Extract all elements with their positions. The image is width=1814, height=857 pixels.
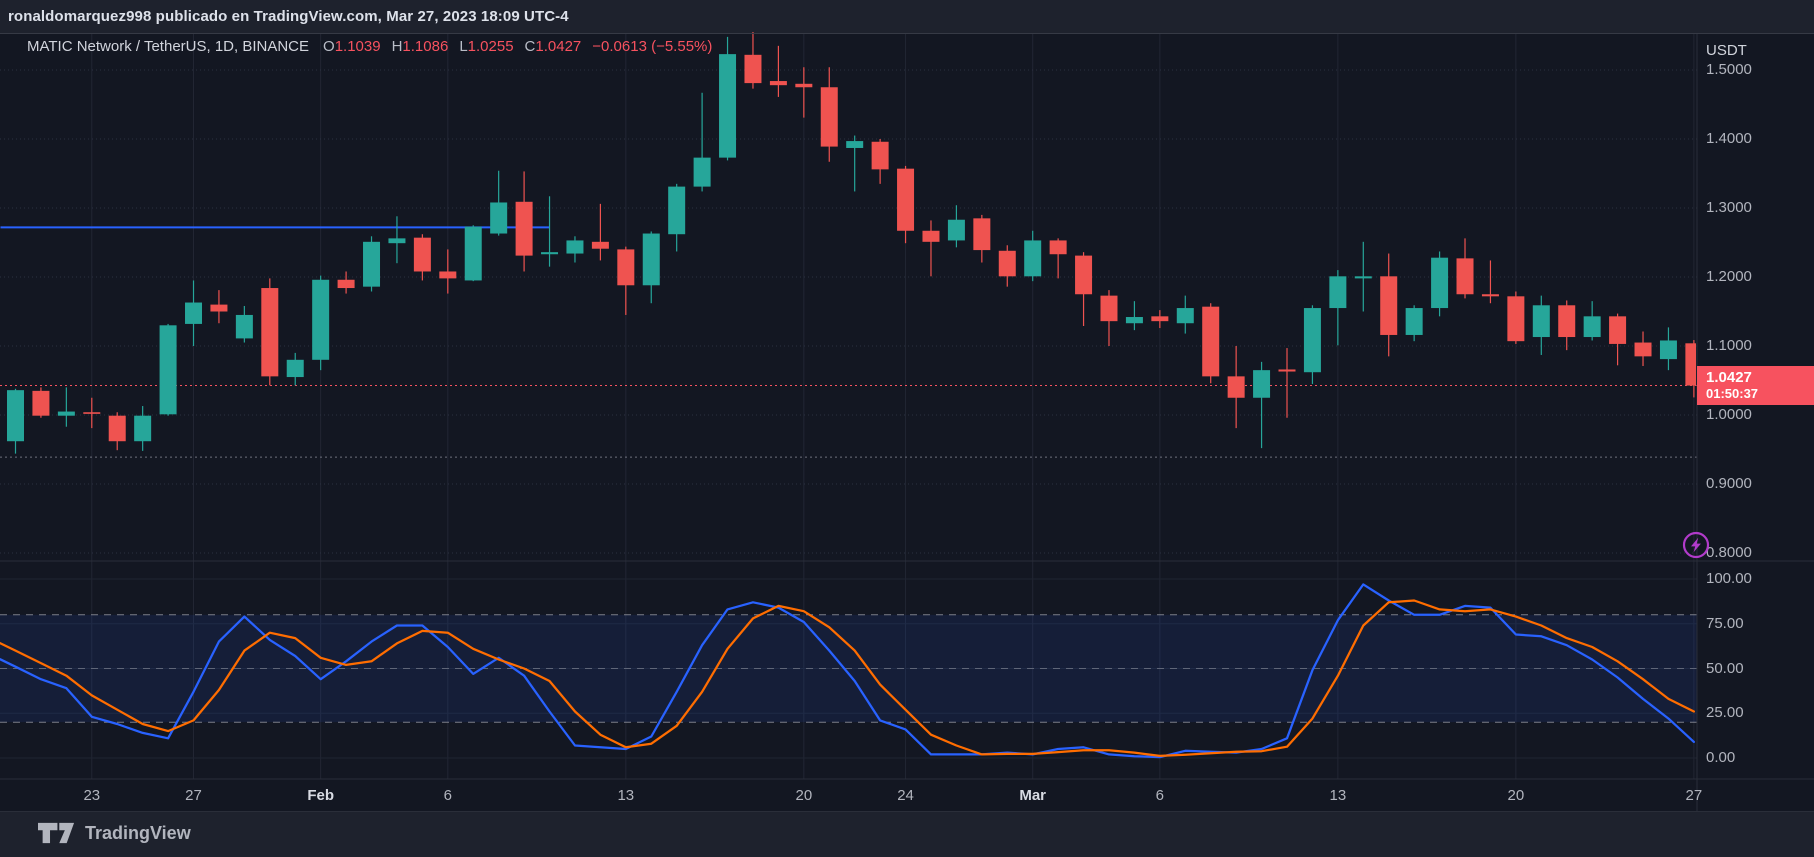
time-tick-label: 20 [1507, 787, 1525, 804]
ohlc-close: C1.0427 [524, 38, 582, 55]
boost-button[interactable] [1682, 531, 1710, 559]
symbol-legend: MATIC Network / TetherUS, 1D, BINANCE O1.… [27, 38, 712, 55]
time-tick-label: 27 [1685, 787, 1703, 804]
price-tick-label: 0.9000 [1706, 475, 1752, 492]
time-tick-label: Feb [307, 787, 334, 804]
ohlc-low: L1.0255 [459, 38, 514, 55]
time-tick-label: 23 [83, 787, 101, 804]
time-tick-label: 13 [617, 787, 635, 804]
change-value: −0.0613 (−5.55%) [592, 38, 713, 55]
price-tick-label: 1.2000 [1706, 268, 1752, 285]
price-tick-label: 1.0000 [1706, 406, 1752, 423]
bar-countdown: 01:50:37 [1706, 386, 1759, 401]
indicator-tick-label: 0.00 [1706, 749, 1736, 766]
price-tick-label: 1.5000 [1706, 61, 1752, 78]
tradingview-logo-icon [38, 822, 75, 844]
indicator-tick-label: 25.00 [1706, 704, 1744, 722]
time-tick-label: 20 [795, 787, 813, 804]
lightning-icon [1682, 531, 1710, 559]
last-price-value: 1.0427 [1706, 369, 1752, 386]
tradingview-wordmark: TradingView [85, 822, 191, 843]
time-tick-label: 6 [443, 787, 452, 804]
symbol-title[interactable]: MATIC Network / TetherUS, 1D, BINANCE [27, 38, 309, 55]
price-tick-label: 0.8000 [1706, 544, 1752, 561]
time-tick-label: 24 [897, 787, 914, 804]
indicator-tick-label: 100.00 [1706, 570, 1752, 587]
ohlc-high: H1.1086 [391, 38, 449, 55]
currency-label: USDT [1706, 42, 1747, 59]
indicator-tick-label: 50.00 [1706, 659, 1744, 677]
ohlc-open: O1.1039 [323, 38, 381, 55]
tradingview-logo[interactable]: TradingView [38, 820, 191, 846]
indicator-tick-label: 75.00 [1706, 614, 1744, 632]
time-tick-label: Mar [1019, 787, 1047, 804]
tradingview-published-chart: { "header": { "share_text": "ronaldomarq… [0, 0, 1814, 857]
price-tick-label: 1.4000 [1706, 130, 1752, 147]
time-tick-label: 6 [1155, 787, 1165, 804]
time-tick-label: 27 [185, 787, 202, 804]
price-tick-label: 1.1000 [1706, 337, 1752, 354]
price-tick-label: 1.3000 [1706, 199, 1752, 216]
last-price-label: 1.0427 01:50:37 [1697, 366, 1814, 405]
candlestick-chart[interactable] [0, 0, 1814, 857]
time-tick-label: 13 [1329, 787, 1347, 804]
